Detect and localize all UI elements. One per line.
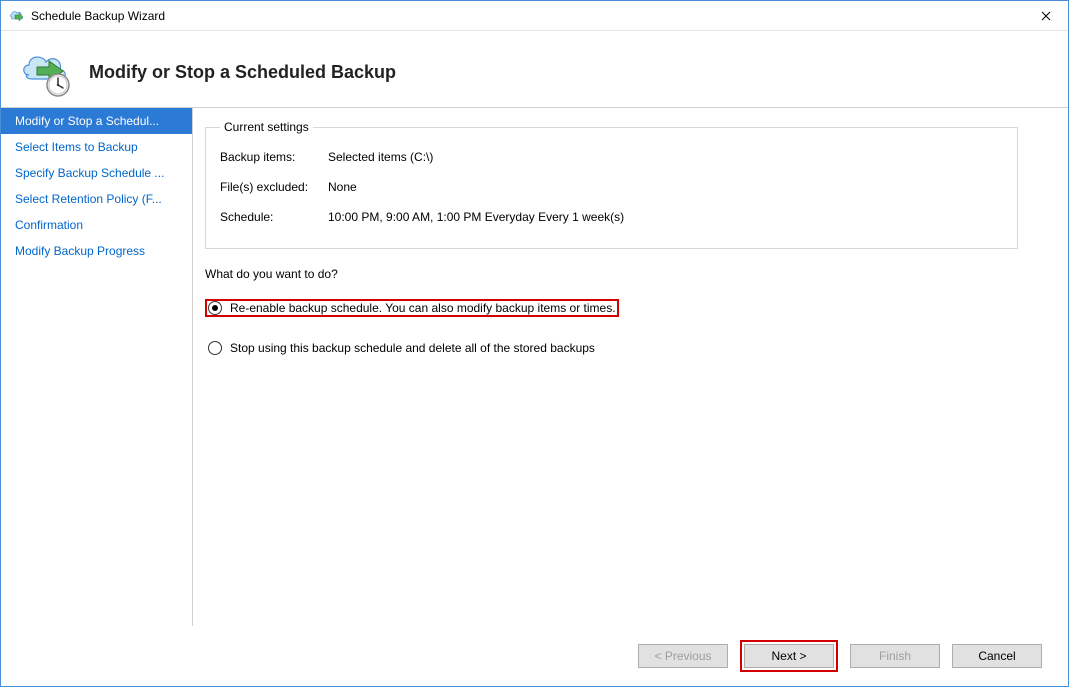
current-settings-group: Current settings Backup items: Selected … — [205, 120, 1018, 249]
sidebar-step-confirmation[interactable]: Confirmation — [1, 212, 192, 238]
files-excluded-value: None — [328, 180, 1003, 194]
action-prompt: What do you want to do? — [205, 267, 1018, 281]
radio-reenable[interactable] — [208, 301, 222, 315]
wizard-body: Modify or Stop a Schedul... Select Items… — [1, 107, 1068, 626]
header: Modify or Stop a Scheduled Backup — [1, 31, 1068, 107]
titlebar: Schedule Backup Wizard — [1, 1, 1068, 31]
schedule-value: 10:00 PM, 9:00 AM, 1:00 PM Everyday Ever… — [328, 210, 1003, 224]
finish-button: Finish — [850, 644, 940, 668]
sidebar-step-specify-schedule[interactable]: Specify Backup Schedule ... — [1, 160, 192, 186]
schedule-label: Schedule: — [220, 210, 328, 224]
option-stop[interactable]: Stop using this backup schedule and dele… — [205, 339, 1018, 357]
sidebar-step-modify-or-stop[interactable]: Modify or Stop a Schedul... — [1, 108, 192, 134]
backup-items-value: Selected items (C:\) — [328, 150, 1003, 164]
header-icon — [19, 45, 73, 99]
sidebar-step-retention-policy[interactable]: Select Retention Policy (F... — [1, 186, 192, 212]
next-button[interactable]: Next > — [744, 644, 834, 668]
page-title: Modify or Stop a Scheduled Backup — [89, 62, 396, 83]
wizard-footer: < Previous Next > Finish Cancel — [1, 626, 1068, 686]
sidebar-step-modify-progress[interactable]: Modify Backup Progress — [1, 238, 192, 264]
option-reenable-label: Re-enable backup schedule. You can also … — [230, 301, 616, 315]
radio-stop[interactable] — [208, 341, 222, 355]
wizard-sidebar: Modify or Stop a Schedul... Select Items… — [1, 108, 193, 626]
wizard-main: Current settings Backup items: Selected … — [193, 108, 1068, 626]
previous-button: < Previous — [638, 644, 728, 668]
backup-items-label: Backup items: — [220, 150, 328, 164]
sidebar-step-select-items[interactable]: Select Items to Backup — [1, 134, 192, 160]
cancel-button[interactable]: Cancel — [952, 644, 1042, 668]
app-icon — [9, 8, 25, 24]
current-settings-legend: Current settings — [220, 120, 313, 134]
close-button[interactable] — [1023, 1, 1068, 31]
option-stop-label: Stop using this backup schedule and dele… — [230, 341, 595, 355]
window-title: Schedule Backup Wizard — [31, 9, 1023, 23]
files-excluded-label: File(s) excluded: — [220, 180, 328, 194]
close-icon — [1041, 11, 1051, 21]
option-reenable[interactable]: Re-enable backup schedule. You can also … — [205, 299, 619, 317]
wizard-window: Schedule Backup Wizard Modify or Stop a … — [0, 0, 1069, 687]
